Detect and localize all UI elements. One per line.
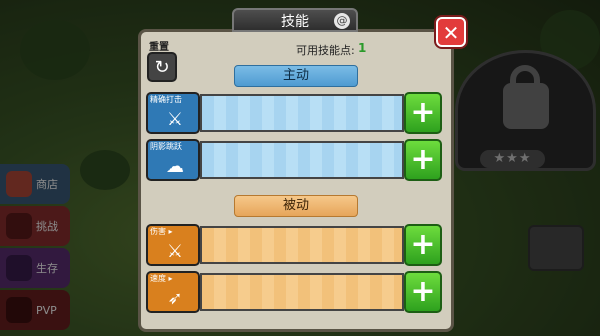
skill-icon-tile[interactable]: 精确打击 ⚔ <box>146 92 200 134</box>
reset-label: 重置 <box>149 42 169 53</box>
upgrade-plus-button[interactable]: + <box>404 92 442 134</box>
skill-icon-tile[interactable]: 速度 ▸ ➶ <box>146 271 200 313</box>
skill-icon-tile[interactable]: 阴影跳跃 ☁ <box>146 139 200 181</box>
skill-row-damage: 伤害 ▸ ⚔ + <box>146 224 442 266</box>
skill-name: 阴影跳跃 <box>150 142 182 151</box>
panel-title: 技能 <box>281 14 309 30</box>
skill-progress-bar <box>200 141 404 179</box>
skill-row-shadow-jump: 阴影跳跃 ☁ + <box>146 139 442 181</box>
blade-percent-icon: ⚔ <box>166 241 184 262</box>
skill-progress-bar <box>200 273 404 311</box>
skill-name: 精确打击 <box>150 95 182 104</box>
skill-icon-tile[interactable]: 伤害 ▸ ⚔ <box>146 224 200 266</box>
skill-row-speed: 速度 ▸ ➶ + <box>146 271 442 313</box>
skill-points-value: 1 <box>358 41 367 55</box>
smoke-cloud-icon: ☁ <box>166 156 184 177</box>
swirl-icon: @ <box>334 13 350 29</box>
running-man-icon: ➶ <box>167 288 183 309</box>
skill-progress-bar <box>200 94 404 132</box>
upgrade-plus-button[interactable]: + <box>404 139 442 181</box>
refresh-icon: ↻ <box>154 57 170 78</box>
passive-section-header: 被动 <box>234 195 358 217</box>
upgrade-plus-button[interactable]: + <box>404 271 442 313</box>
skill-points-label: 可用技能点: <box>296 44 355 57</box>
panel-title-tab: 技能 @ <box>232 8 358 32</box>
reset-button[interactable]: ↻ <box>147 52 177 82</box>
close-button[interactable]: ✕ <box>436 17 466 47</box>
upgrade-plus-button[interactable]: + <box>404 224 442 266</box>
sword-icon: ⚔ <box>166 109 184 130</box>
skill-name: 速度 ▸ <box>150 274 173 283</box>
skill-progress-bar <box>200 226 404 264</box>
skill-name: 伤害 ▸ <box>150 227 173 236</box>
active-section-header: 主动 <box>234 65 358 87</box>
skill-row-precise-strike: 精确打击 ⚔ + <box>146 92 442 134</box>
